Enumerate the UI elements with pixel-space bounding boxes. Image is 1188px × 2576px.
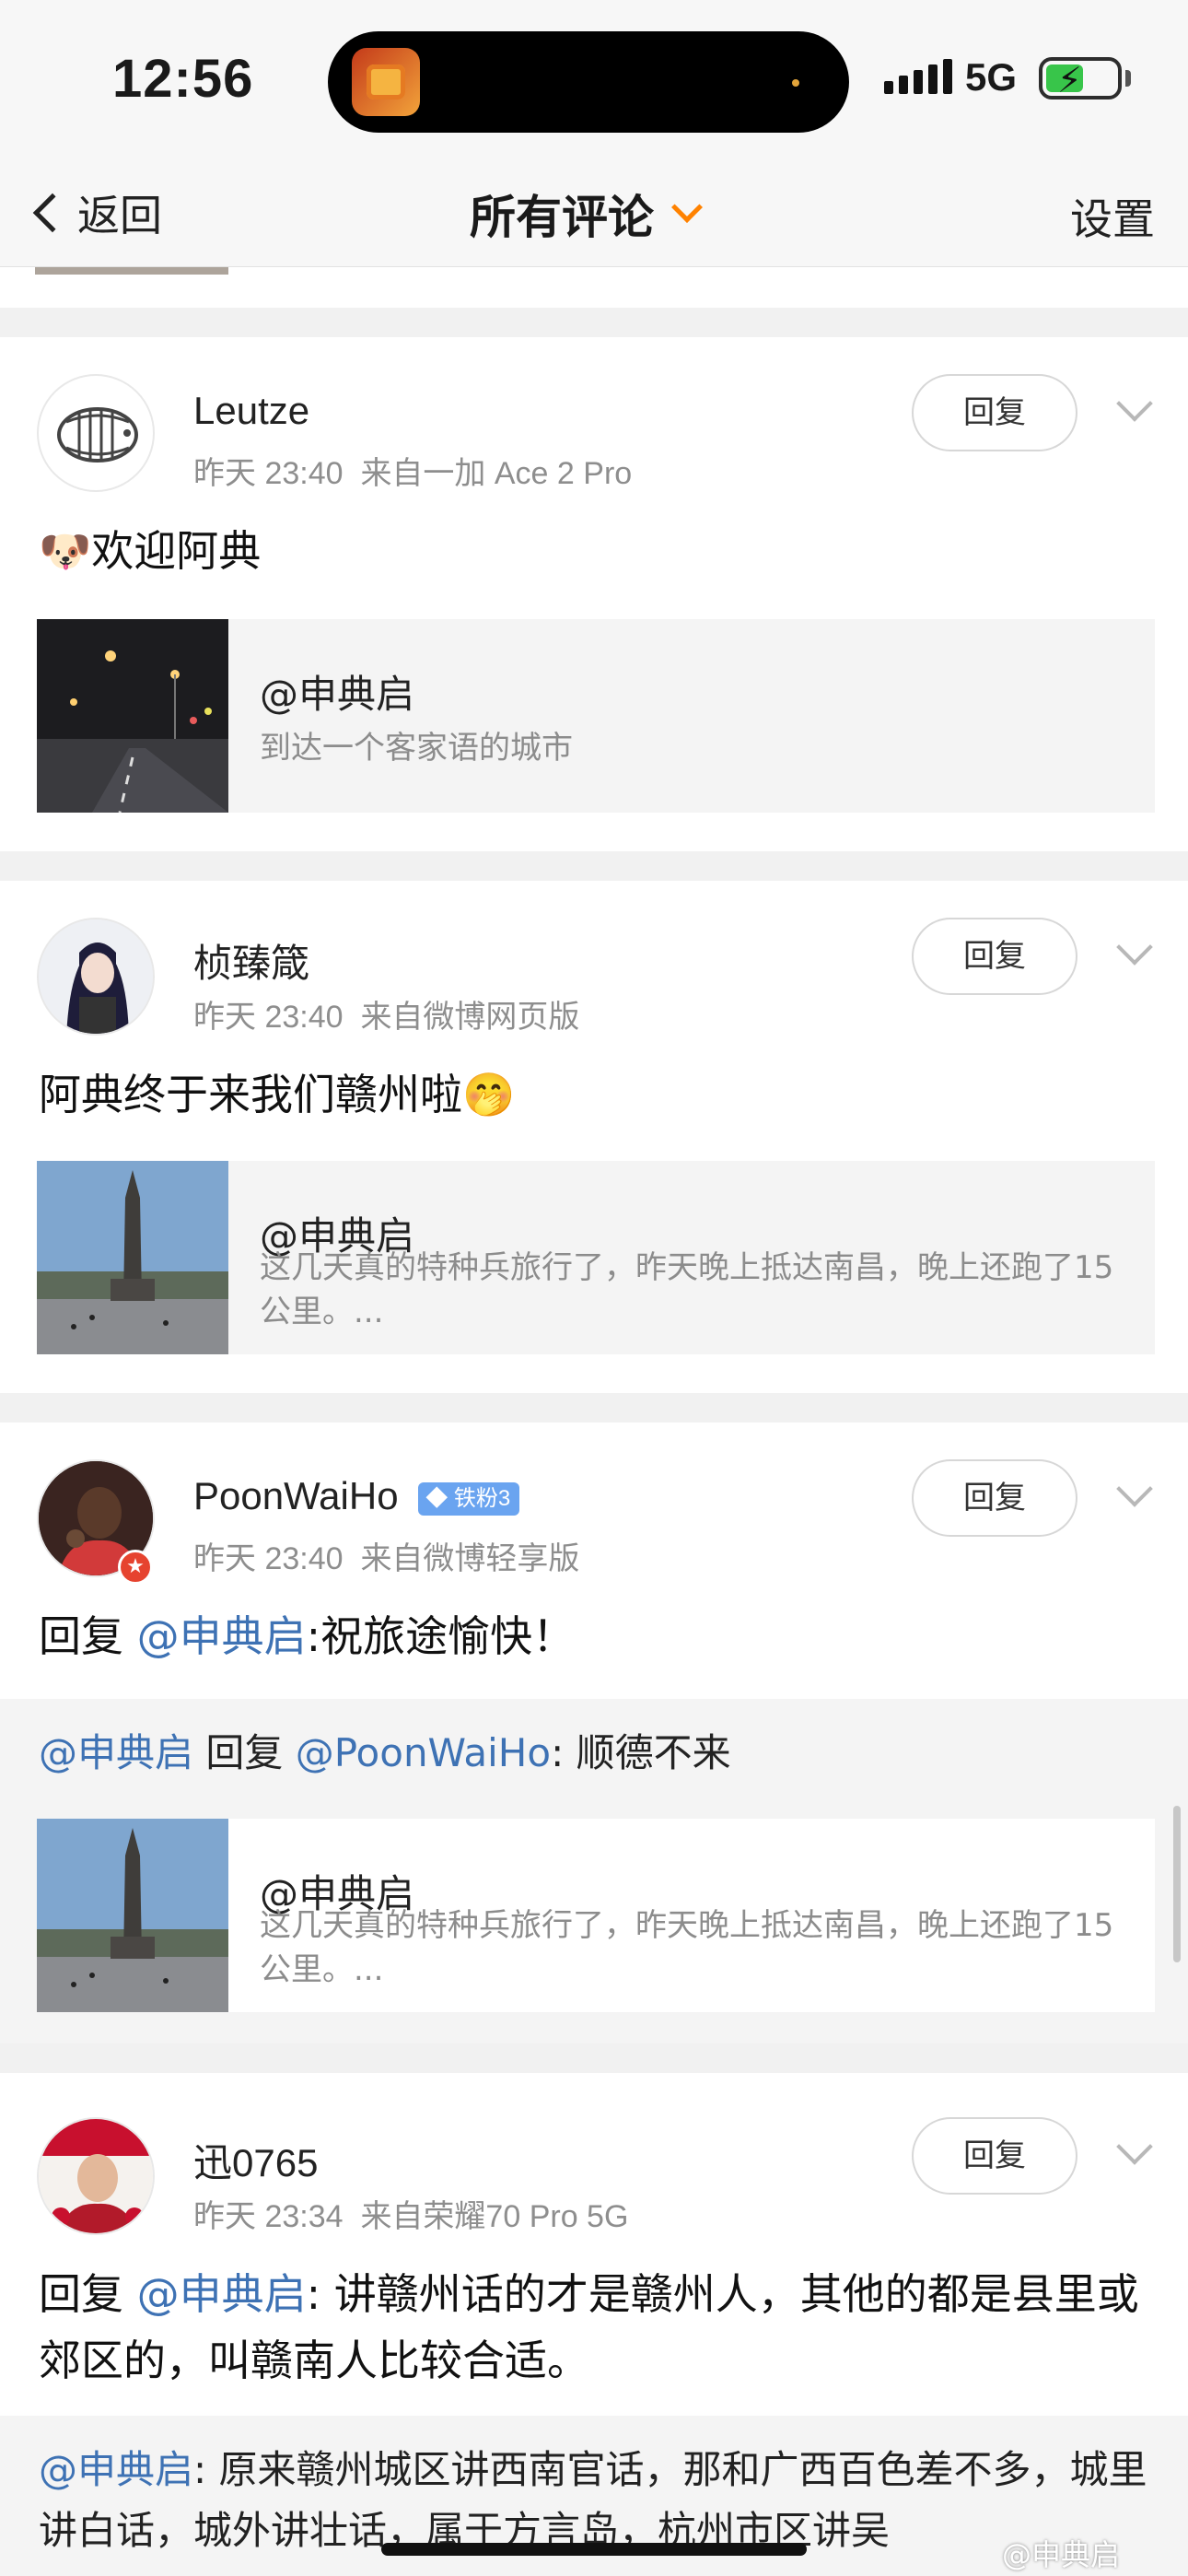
comment-meta: 昨天 23:34 来自荣耀70 Pro 5G [193,2191,628,2236]
mention-link[interactable]: @申典启 [39,2447,193,2492]
comment-text: 🐶欢迎阿典 [39,526,262,576]
username[interactable]: 迅0765 [193,2132,318,2188]
recording-indicator-icon [792,79,799,87]
chevron-down-icon[interactable] [1116,929,1153,966]
page-title: 所有评论 [470,191,654,244]
reply-button[interactable]: 回复 [912,1459,1077,1537]
battery-charging-icon: ⚡ [1039,57,1122,100]
chevron-down-icon[interactable] [1116,2128,1153,2165]
card-description: 到达一个客家语的城市 [260,730,573,767]
live-activity-app-icon [352,48,420,116]
comment-source: 来自微博轻享版 [360,1541,580,1576]
comment-meta: 昨天 23:40 来自微博网页版 [193,991,579,1036]
avatar[interactable] [37,2117,155,2235]
status-bar: 12:56 5G ⚡ [0,0,1188,157]
avatar[interactable] [37,918,155,1036]
chevron-down-icon [671,192,703,223]
comment-meta: 昨天 23:40 来自一加 Ace 2 Pro [193,448,632,493]
original-post-card[interactable]: @申典启 到达一个客家语的城市 [37,619,1155,813]
section-separator [0,851,1188,881]
covering-mouth-emoji-icon: 🤭 [462,1070,516,1119]
original-post-card[interactable]: @申典启 这几天真的特种兵旅行了，昨天晚上抵达南昌，晚上还跑了15公里。... [37,1161,1155,1354]
mention-link[interactable]: @申典启 [39,1730,193,1775]
card-description: 这几天真的特种兵旅行了，昨天晚上抵达南昌，晚上还跑了15公里。... [260,1907,1114,1988]
username-row: PoonWaiHo ◆ 铁粉3 [193,1474,520,1518]
settings-button[interactable]: 设置 [1070,186,1155,247]
reply-button[interactable]: 回复 [912,374,1077,451]
battery-tip [1125,70,1131,87]
navigation-bar: 返回 所有评论 设置 [0,157,1188,267]
fan-level-badge: ◆ 铁粉3 [418,1481,520,1516]
comment-meta: 昨天 23:40 来自微博轻享版 [193,1533,579,1578]
comment-time: 昨天 23:40 [193,1000,344,1035]
card-description: 这几天真的特种兵旅行了，昨天晚上抵达南昌，晚上还跑了15公里。... [260,1249,1114,1330]
comment-text: 回复 @申典启: 讲赣州话的才是赣州人，其他的都是县里或郊区的，叫赣南人比较合适… [39,2269,1139,2385]
reply-button[interactable]: 回复 [912,918,1077,995]
back-button[interactable]: 返回 [31,182,162,243]
previous-card-remnant [35,267,228,275]
card-title: @申典启 [260,672,415,717]
original-post-card[interactable]: @申典启 这几天真的特种兵旅行了，昨天晚上抵达南昌，晚上还跑了15公里。... [37,1819,1155,2012]
section-separator [0,1393,1188,1423]
comment-text: 回复 @申典启:祝旅途愉快！ [39,1611,576,1661]
post-thumbnail [37,1161,228,1354]
verified-badge-icon: ★ [118,1550,153,1585]
scrollbar[interactable] [1173,1806,1181,1962]
back-label: 返回 [77,191,162,240]
home-indicator[interactable] [381,2543,807,2556]
post-thumbnail [37,1819,228,2012]
comment-source: 来自一加 Ace 2 Pro [360,456,633,491]
dynamic-island[interactable] [328,31,849,133]
watermark: @申典启 [1002,2537,1121,2572]
comment-time: 昨天 23:40 [193,1541,344,1576]
quoted-reply-block[interactable]: @申典启 回复 @PoonWaiHo: 顺德不来 @申典启 这几天真的特种兵旅行… [0,1699,1188,2043]
username[interactable]: 桢臻箴 [193,932,309,989]
comment-source: 来自微博网页版 [360,1000,580,1035]
post-thumbnail [37,619,228,813]
section-separator [0,2043,1188,2073]
comment-filter-dropdown[interactable]: 所有评论 [470,181,703,247]
mention-link[interactable]: @PoonWaiHo [296,1730,551,1775]
comment-text: 阿典终于来我们赣州啦🤭 [39,1070,516,1119]
chevron-left-icon [32,193,73,233]
diamond-icon: ◆ [425,1485,448,1511]
reply-button[interactable]: 回复 [912,2117,1077,2195]
username[interactable]: PoonWaiHo [193,1474,399,1517]
comment-item: 桢臻箴 昨天 23:40 来自微博网页版 回复 阿典终于来我们赣州啦🤭 @申典启… [0,881,1188,1393]
comment-item: 迅0765 昨天 23:34 来自荣耀70 Pro 5G 回复 回复 @申典启:… [0,2073,1188,2416]
signal-strength-icon [884,59,952,94]
chevron-down-icon[interactable] [1116,1470,1153,1507]
avatar[interactable] [37,374,155,492]
network-type: 5G [965,55,1018,99]
comment-time: 昨天 23:34 [193,2199,344,2234]
quoted-reply-text: @申典启 回复 @PoonWaiHo: 顺德不来 [39,1730,731,1775]
comment-time: 昨天 23:40 [193,456,344,491]
username[interactable]: Leutze [193,389,309,433]
comment-item: Leutze 昨天 23:40 来自一加 Ace 2 Pro 回复 🐶欢迎阿典 … [0,337,1188,851]
mention-link[interactable]: @申典启 [137,2269,307,2319]
chevron-down-icon[interactable] [1116,385,1153,422]
comment-source: 来自荣耀70 Pro 5G [360,2199,629,2234]
mention-link[interactable]: @申典启 [137,1611,307,1661]
section-separator [0,308,1188,337]
status-time: 12:56 [112,49,254,109]
doge-emoji-icon: 🐶 [39,526,92,576]
